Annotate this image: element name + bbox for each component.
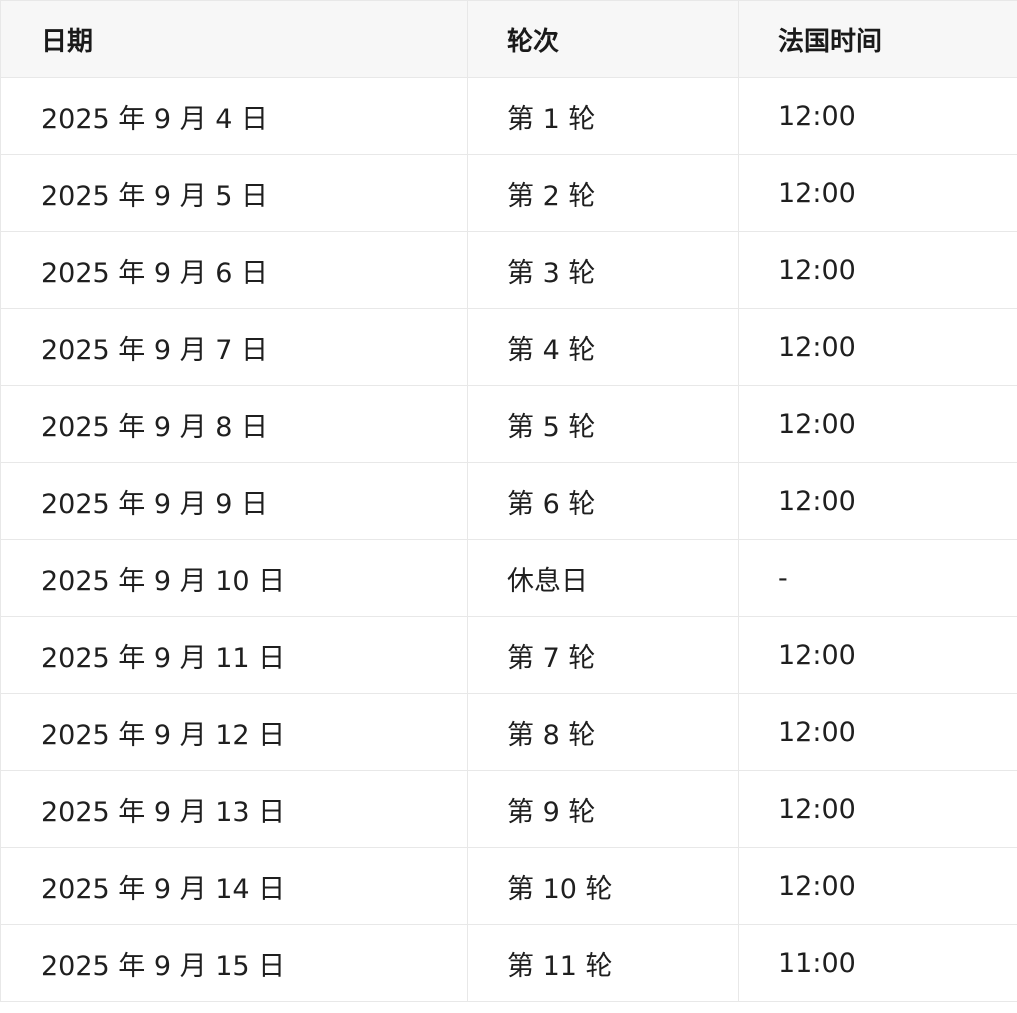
schedule-table: 日期 轮次 法国时间 2025 年 9 月 4 日 第 1 轮 12:00 20… xyxy=(0,0,1017,1002)
time-cell: 12:00 xyxy=(738,693,1017,771)
round-cell: 第 8 轮 xyxy=(467,693,739,771)
round-cell: 第 1 轮 xyxy=(467,77,739,155)
table-row: 2025 年 9 月 15 日 第 11 轮 11:00 xyxy=(0,924,1017,1002)
round-cell: 第 6 轮 xyxy=(467,462,739,540)
date-cell: 2025 年 9 月 15 日 xyxy=(0,924,468,1002)
time-cell: - xyxy=(738,539,1017,617)
table-row: 2025 年 9 月 10 日 休息日 - xyxy=(0,539,1017,617)
table-header: 日期 轮次 法国时间 xyxy=(0,0,1017,78)
header-round: 轮次 xyxy=(467,0,739,78)
header-row: 日期 轮次 法国时间 xyxy=(0,0,1017,78)
date-cell: 2025 年 9 月 11 日 xyxy=(0,616,468,694)
time-cell: 12:00 xyxy=(738,77,1017,155)
round-cell: 第 5 轮 xyxy=(467,385,739,463)
time-cell: 12:00 xyxy=(738,154,1017,232)
time-cell: 11:00 xyxy=(738,924,1017,1002)
date-cell: 2025 年 9 月 12 日 xyxy=(0,693,468,771)
header-time: 法国时间 xyxy=(738,0,1017,78)
time-cell: 12:00 xyxy=(738,616,1017,694)
time-cell: 12:00 xyxy=(738,385,1017,463)
time-cell: 12:00 xyxy=(738,462,1017,540)
header-date: 日期 xyxy=(0,0,468,78)
table-row: 2025 年 9 月 12 日 第 8 轮 12:00 xyxy=(0,693,1017,771)
time-cell: 12:00 xyxy=(738,308,1017,386)
date-cell: 2025 年 9 月 8 日 xyxy=(0,385,468,463)
date-cell: 2025 年 9 月 10 日 xyxy=(0,539,468,617)
time-cell: 12:00 xyxy=(738,231,1017,309)
round-cell: 第 7 轮 xyxy=(467,616,739,694)
table-row: 2025 年 9 月 9 日 第 6 轮 12:00 xyxy=(0,462,1017,540)
table-row: 2025 年 9 月 13 日 第 9 轮 12:00 xyxy=(0,770,1017,848)
round-cell: 第 9 轮 xyxy=(467,770,739,848)
table-row: 2025 年 9 月 4 日 第 1 轮 12:00 xyxy=(0,77,1017,155)
date-cell: 2025 年 9 月 4 日 xyxy=(0,77,468,155)
date-cell: 2025 年 9 月 14 日 xyxy=(0,847,468,925)
table-row: 2025 年 9 月 14 日 第 10 轮 12:00 xyxy=(0,847,1017,925)
round-cell: 第 2 轮 xyxy=(467,154,739,232)
round-cell: 第 11 轮 xyxy=(467,924,739,1002)
date-cell: 2025 年 9 月 7 日 xyxy=(0,308,468,386)
round-cell: 第 10 轮 xyxy=(467,847,739,925)
round-cell: 第 3 轮 xyxy=(467,231,739,309)
date-cell: 2025 年 9 月 5 日 xyxy=(0,154,468,232)
time-cell: 12:00 xyxy=(738,770,1017,848)
time-cell: 12:00 xyxy=(738,847,1017,925)
table-row: 2025 年 9 月 7 日 第 4 轮 12:00 xyxy=(0,308,1017,386)
date-cell: 2025 年 9 月 6 日 xyxy=(0,231,468,309)
round-cell: 第 4 轮 xyxy=(467,308,739,386)
table-row: 2025 年 9 月 5 日 第 2 轮 12:00 xyxy=(0,154,1017,232)
date-cell: 2025 年 9 月 9 日 xyxy=(0,462,468,540)
table-row: 2025 年 9 月 8 日 第 5 轮 12:00 xyxy=(0,385,1017,463)
table-body: 2025 年 9 月 4 日 第 1 轮 12:00 2025 年 9 月 5 … xyxy=(0,77,1017,1002)
date-cell: 2025 年 9 月 13 日 xyxy=(0,770,468,848)
table-row: 2025 年 9 月 6 日 第 3 轮 12:00 xyxy=(0,231,1017,309)
round-cell: 休息日 xyxy=(467,539,739,617)
table-row: 2025 年 9 月 11 日 第 7 轮 12:00 xyxy=(0,616,1017,694)
